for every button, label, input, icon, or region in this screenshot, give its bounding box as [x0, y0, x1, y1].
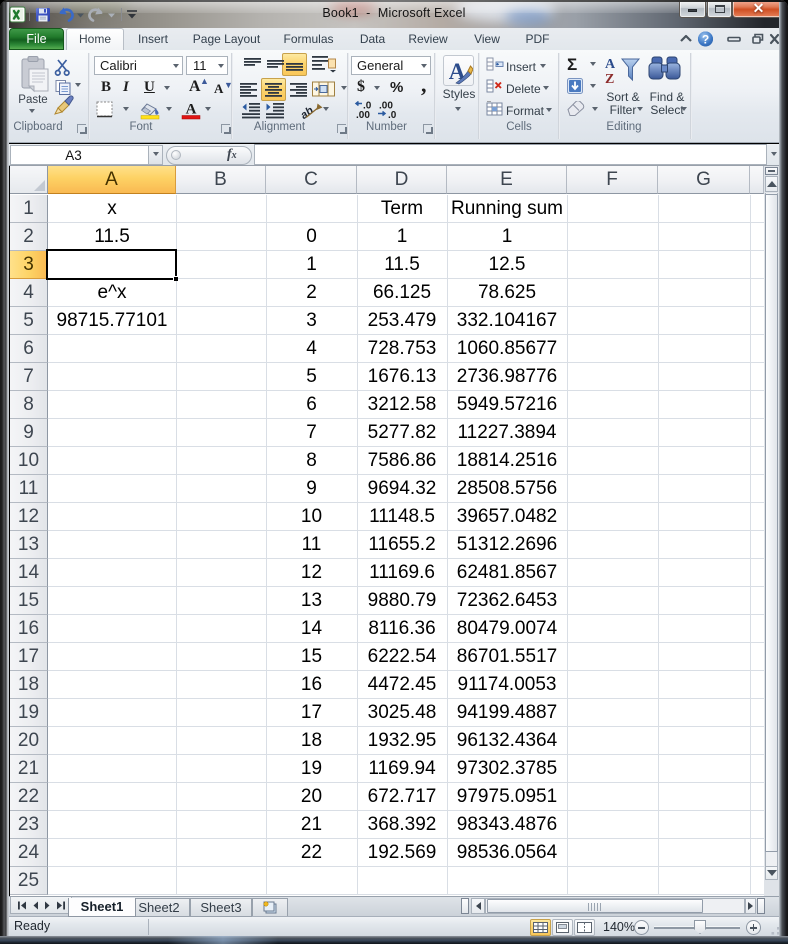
svg-text:A: A [186, 102, 197, 118]
svg-text:Z: Z [605, 72, 614, 86]
svg-text:.00: .00 [356, 110, 370, 120]
svg-text:?: ? [702, 33, 709, 47]
svg-text:.0: .0 [388, 110, 397, 120]
svg-text:A: A [605, 57, 616, 72]
svg-text:ab: ab [300, 104, 316, 120]
